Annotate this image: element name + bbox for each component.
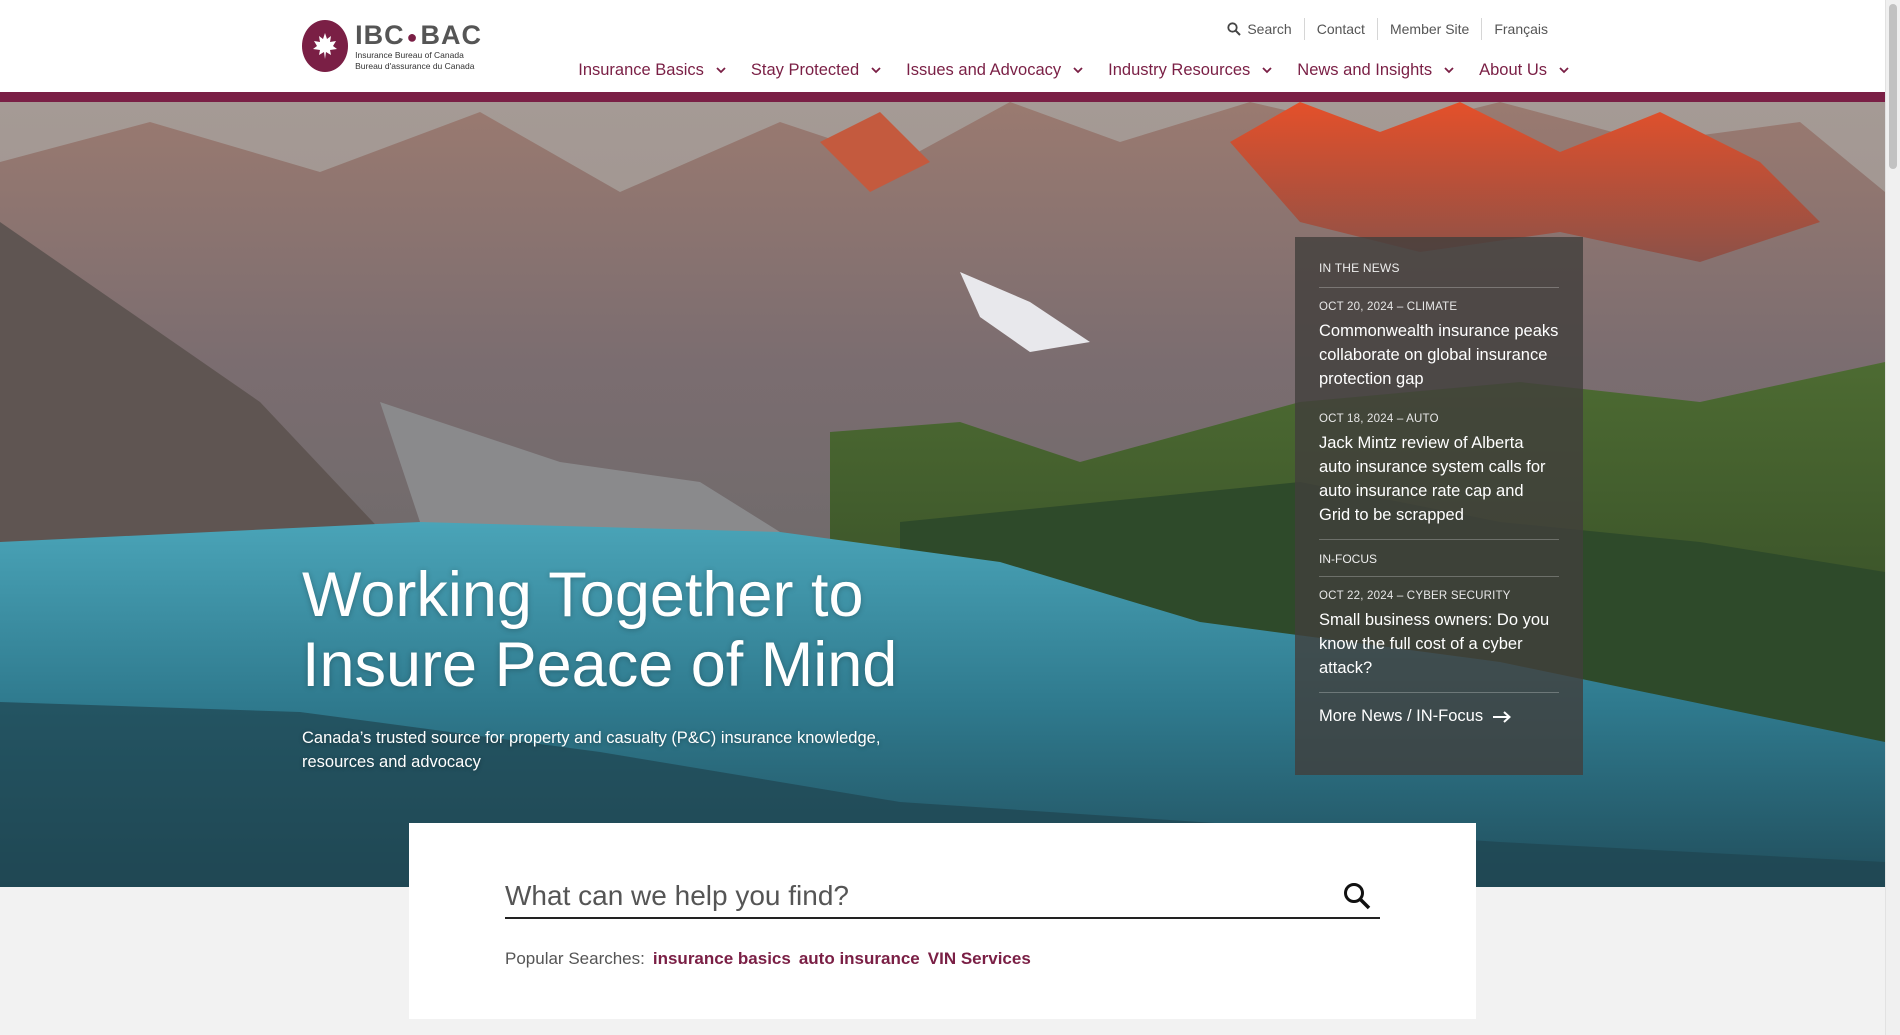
nav-news-insights[interactable]: News and Insights — [1297, 61, 1455, 80]
popular-search-link[interactable]: auto insurance — [799, 949, 920, 969]
maple-leaf-icon — [302, 20, 349, 72]
chevron-down-icon — [1262, 67, 1272, 74]
news-headline-link[interactable]: Commonwealth insurance peaks collaborate… — [1319, 319, 1559, 391]
infocus-item: OCT 22, 2024 – CYBER SECURITY Small busi… — [1319, 577, 1559, 680]
nav-issues-advocacy[interactable]: Issues and Advocacy — [906, 61, 1084, 80]
header-accent-bar — [0, 92, 1885, 102]
main-nav: Insurance Basics Stay Protected Issues a… — [554, 58, 1570, 82]
nav-label: News and Insights — [1297, 60, 1433, 79]
chevron-down-icon — [1444, 67, 1454, 74]
search-icon[interactable] — [1342, 881, 1372, 911]
infocus-headline-link[interactable]: Small business owners: Do you know the f… — [1319, 608, 1559, 680]
nav-label: Industry Resources — [1108, 60, 1251, 79]
in-the-news-label: IN THE NEWS — [1319, 261, 1559, 288]
arrow-right-icon — [1493, 710, 1512, 723]
hero-subtitle: Canada’s trusted source for property and… — [302, 729, 881, 771]
logo-tagline-en: Insurance Bureau of Canada — [355, 50, 464, 60]
hero-landscape-image — [0, 102, 1885, 887]
nav-label: Stay Protected — [750, 60, 860, 79]
utility-search-label: Search — [1247, 21, 1292, 37]
search-field — [505, 875, 1380, 919]
scrollbar-thumb[interactable] — [1889, 4, 1897, 169]
hero-banner: Working Together to Insure Peace of Mind… — [0, 102, 1885, 887]
news-item: OCT 18, 2024 – AUTO Jack Mintz review of… — [1319, 391, 1559, 527]
site-search-input[interactable] — [505, 880, 1342, 912]
news-meta: OCT 18, 2024 – AUTO — [1319, 413, 1439, 425]
chevron-down-icon — [871, 67, 881, 74]
utility-nav: Search Contact Member Site Français — [1215, 18, 1560, 40]
logo-tagline-fr: Bureau d'assurance du Canada — [355, 60, 475, 71]
nav-label: About Us — [1479, 60, 1547, 79]
news-meta: OCT 22, 2024 – CYBER SECURITY — [1319, 590, 1511, 602]
nav-stay-protected[interactable]: Stay Protected — [751, 61, 882, 80]
popular-search-link[interactable]: insurance basics — [653, 949, 791, 969]
nav-label: Insurance Basics — [578, 60, 704, 79]
chevron-down-icon — [1559, 67, 1569, 74]
in-focus-label: IN-FOCUS — [1319, 539, 1559, 577]
utility-search-link[interactable]: Search — [1215, 18, 1303, 40]
nav-industry-resources[interactable]: Industry Resources — [1108, 61, 1273, 80]
ibc-logo[interactable]: IBC ●BAC Insurance Bureau of Canada Burea… — [302, 20, 482, 72]
search-icon — [1227, 22, 1242, 36]
news-item: OCT 20, 2024 – CLIMATE Commonwealth insu… — [1319, 288, 1559, 391]
more-news-label: More News / IN-Focus — [1319, 707, 1484, 725]
chevron-down-icon — [1073, 67, 1083, 74]
nav-label: Issues and Advocacy — [906, 60, 1062, 79]
news-meta: OCT 20, 2024 – CLIMATE — [1319, 301, 1458, 313]
member-site-link[interactable]: Member Site — [1376, 18, 1481, 40]
search-card: Popular Searches: insurance basics auto … — [409, 823, 1476, 1019]
popular-searches-label: Popular Searches: — [505, 949, 645, 968]
chevron-down-icon — [716, 67, 726, 74]
more-news-link[interactable]: More News / IN-Focus — [1319, 692, 1559, 726]
nav-insurance-basics[interactable]: Insurance Basics — [578, 61, 727, 80]
popular-search-link[interactable]: VIN Services — [928, 949, 1031, 969]
hero-title: Working Together to Insure Peace of Mind — [302, 560, 898, 700]
logo-wordmark: IBC ●BAC Insurance Bureau of Canada Burea… — [355, 20, 482, 71]
news-headline-link[interactable]: Jack Mintz review of Alberta auto insura… — [1319, 431, 1559, 527]
popular-searches: Popular Searches: insurance basics auto … — [505, 949, 1031, 969]
language-toggle-link[interactable]: Français — [1481, 18, 1560, 40]
site-header: IBC ●BAC Insurance Bureau of Canada Burea… — [0, 0, 1885, 94]
nav-about-us[interactable]: About Us — [1479, 61, 1570, 80]
contact-link[interactable]: Contact — [1303, 18, 1377, 40]
page-scrollbar[interactable] — [1885, 0, 1900, 1035]
news-panel: IN THE NEWS OCT 20, 2024 – CLIMATE Commo… — [1295, 237, 1583, 775]
